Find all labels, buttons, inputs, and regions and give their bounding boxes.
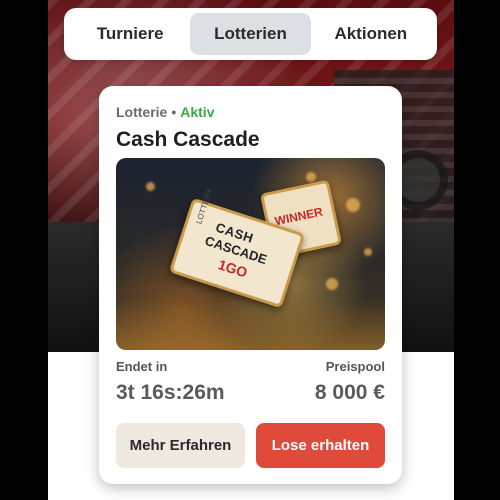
prize-pool-value: 8 000 € bbox=[314, 381, 385, 404]
tab-turniere[interactable]: Turniere bbox=[70, 13, 190, 55]
learn-more-button[interactable]: Mehr Erfahren bbox=[116, 423, 245, 468]
category-label: Lotterie bbox=[116, 104, 168, 120]
bokeh-light bbox=[146, 182, 155, 191]
bokeh-light bbox=[346, 198, 360, 212]
ticket-go: GO bbox=[223, 258, 250, 281]
bokeh-light bbox=[326, 278, 338, 290]
tab-bar: Turniere Lotterien Aktionen bbox=[64, 8, 437, 60]
winner-text: WINNER bbox=[273, 204, 325, 229]
tab-lotterien[interactable]: Lotterien bbox=[190, 13, 311, 55]
ends-label: Endet in bbox=[116, 359, 168, 374]
bokeh-light bbox=[306, 172, 316, 182]
lottery-card: Lotterie • Aktiv Cash Cascade WINNER LOTTE… bbox=[99, 86, 402, 484]
right-margin bbox=[454, 0, 500, 500]
separator-dot: • bbox=[171, 104, 177, 120]
ticket-side-text: LOTTERY bbox=[194, 187, 215, 226]
prize-pool-label: Preispool bbox=[325, 359, 385, 374]
floor-reflection bbox=[116, 300, 385, 350]
card-meta: Lotterie • Aktiv bbox=[116, 104, 214, 120]
bokeh-light bbox=[364, 248, 372, 256]
status-badge: Aktiv bbox=[180, 104, 215, 120]
card-title: Cash Cascade bbox=[116, 128, 260, 151]
get-tickets-button[interactable]: Lose erhalten bbox=[256, 423, 385, 468]
left-margin bbox=[0, 0, 48, 500]
tab-aktionen[interactable]: Aktionen bbox=[311, 13, 431, 55]
lottery-banner-image: WINNER LOTTERY CASH CASCADE 1GO bbox=[116, 158, 385, 350]
countdown-value: 3t 16s:26m bbox=[116, 381, 225, 404]
